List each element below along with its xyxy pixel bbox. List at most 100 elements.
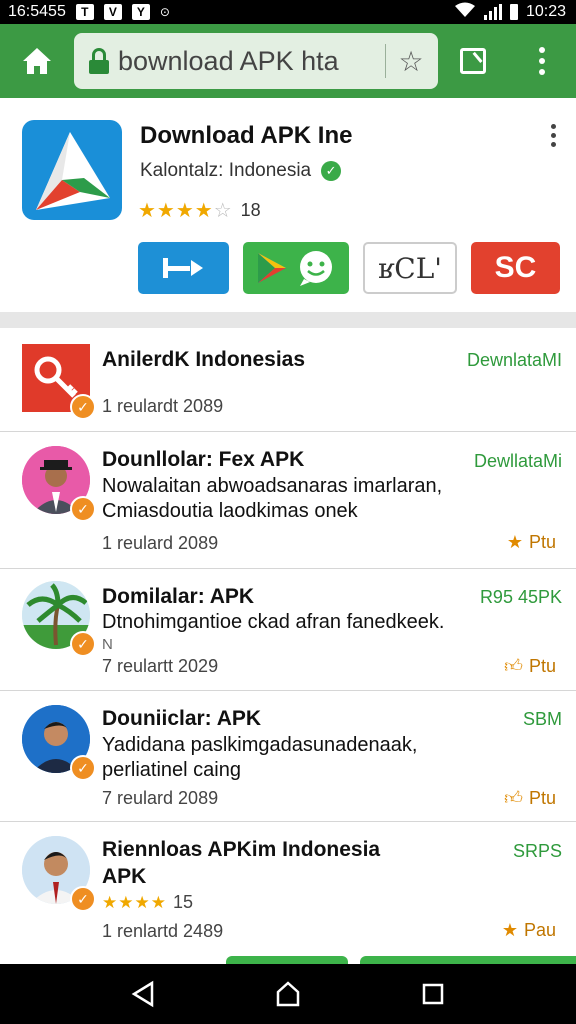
item-tag: ★ Ptu xyxy=(507,532,556,553)
verified-badge-icon: ✓ xyxy=(70,755,96,781)
item-price[interactable]: R95 45PK xyxy=(480,587,562,608)
developer-name: Kalontalz: Indonesia xyxy=(140,160,312,181)
action-button-sc[interactable]: SC xyxy=(471,242,560,294)
item-meta: 1 reulard 2089 xyxy=(102,533,219,553)
item-tag-label: Pau xyxy=(523,920,556,940)
bookmark-star-icon[interactable]: ☆ xyxy=(394,45,428,78)
verified-badge-icon: ✓ xyxy=(70,631,96,657)
item-tag-label: Ptu xyxy=(528,655,556,676)
app-title: Download APK Ine xyxy=(140,122,353,149)
item-description-line: N xyxy=(102,636,113,653)
home-nav-button[interactable] xyxy=(268,974,308,1014)
tab-switcher-button[interactable] xyxy=(438,24,508,98)
list-item[interactable]: ✓ Riennloas APKim Indonesia APK ★★★★ 15 … xyxy=(0,822,576,956)
app-more-menu-button[interactable] xyxy=(551,124,556,147)
item-tag-label: Ptu xyxy=(528,787,556,808)
item-description-line: Nowalaitan abwoadsanaras imarlaran, xyxy=(102,475,443,497)
item-tag-label: Ptu xyxy=(528,532,556,552)
home-icon xyxy=(23,48,51,74)
rating-count: 18 xyxy=(240,200,261,220)
browser-toolbar: bownload APK hta ☆ xyxy=(0,24,576,98)
verified-badge-icon: ✓ xyxy=(70,886,96,912)
item-description-line: Dtnohimgantioe ckad afran fanedkeek. xyxy=(102,611,445,633)
item-rating: ★★★★ 15 xyxy=(102,892,193,913)
avatar: ✓ xyxy=(22,581,96,657)
item-title: Domilalar: APK xyxy=(102,585,255,608)
app-actions: ʁCL' SC xyxy=(138,242,560,294)
item-price[interactable]: SRPS xyxy=(513,841,562,862)
item-price[interactable]: DewnlataMI xyxy=(467,350,562,371)
item-tag: 👍︎ Ptu xyxy=(504,655,556,677)
item-title: Riennloas APKim Indonesia xyxy=(102,838,381,861)
app-icon[interactable] xyxy=(22,120,122,220)
list-item[interactable]: ✓ Dounllolar: Fex APK Nowalaitan abwoads… xyxy=(0,432,576,569)
url-text: bownload APK hta xyxy=(118,45,339,76)
thumb-icon: 👍︎ xyxy=(504,656,523,676)
list-item[interactable]: ✓ AnilerdK Indonesias 1 reulardt 2089 De… xyxy=(0,328,576,432)
status-bar: 16:5455 T V Y ⊙ 10:23 xyxy=(0,0,576,24)
bottom-tab[interactable] xyxy=(360,956,576,964)
rating-stars-icon: ★★★★ xyxy=(102,892,167,912)
bottom-tab-strip xyxy=(0,956,576,964)
item-price[interactable]: SBM xyxy=(523,709,562,730)
recents-button[interactable] xyxy=(413,974,453,1014)
star-icon: ★ xyxy=(501,920,518,940)
item-meta: 7 reulard 2089 xyxy=(102,788,219,808)
item-price[interactable]: DewllataMi xyxy=(474,451,562,472)
back-triangle-icon xyxy=(131,980,153,1008)
status-time: 16:5455 xyxy=(8,3,66,20)
item-tag: ★ Pau xyxy=(502,920,556,941)
item-tag: 👍︎ Ptu xyxy=(504,787,556,809)
list-item[interactable]: ✓ Domilalar: APK Dtnohimgantioe ckad afr… xyxy=(0,569,576,691)
play-store-icon xyxy=(258,253,286,283)
overflow-menu-button[interactable] xyxy=(508,24,576,98)
notification-icon: T xyxy=(75,4,94,20)
url-divider xyxy=(385,44,386,78)
rating-count: 15 xyxy=(172,892,193,912)
item-meta: 7 reulartt 2029 xyxy=(102,656,219,676)
battery-icon xyxy=(509,4,518,20)
recents-square-icon xyxy=(423,983,444,1005)
verified-check-icon: ✓ xyxy=(321,161,342,181)
action-button-label[interactable]: ʁCL' xyxy=(363,242,457,294)
app-developer[interactable]: Kalontalz: Indonesia ✓ xyxy=(140,160,342,182)
thumb-icon: 👍︎ xyxy=(504,788,523,808)
app-rating: ★★★★☆ 18 xyxy=(138,198,261,223)
verified-badge-icon: ✓ xyxy=(70,496,96,522)
item-title: Dounllolar: Fex APK xyxy=(102,448,305,471)
chat-bubble-icon xyxy=(300,251,332,286)
item-meta: 1 reulardt 2089 xyxy=(102,396,224,416)
signal-icon xyxy=(483,4,502,20)
app-list: ✓ AnilerdK Indonesias 1 reulardt 2089 De… xyxy=(0,312,576,964)
avatar: ✓ xyxy=(22,344,96,420)
app-header-card: Download APK Ine Kalontalz: Indonesia ✓ … xyxy=(0,98,576,312)
item-description-line: perliatinel caing xyxy=(102,759,241,781)
open-arrow-icon xyxy=(162,258,203,278)
action-button-open[interactable] xyxy=(138,242,229,294)
action-button-share[interactable] xyxy=(243,242,349,294)
avatar: ✓ xyxy=(22,705,96,781)
list-item[interactable]: ✓ Douniiclar: APK Yadidana paslkimgadasu… xyxy=(0,691,576,822)
item-meta: 1 renlartd 2489 xyxy=(102,921,224,941)
star-icon: ★ xyxy=(506,532,523,552)
status-clock: 10:23 xyxy=(525,3,566,20)
back-button[interactable] xyxy=(123,974,163,1014)
rating-stars-icon: ★★★★☆ xyxy=(138,200,233,222)
avatar: ✓ xyxy=(22,446,96,522)
tab-icon xyxy=(460,48,486,74)
item-description-line: Yadidana paslkimgadasunadenaak, xyxy=(102,734,418,756)
notification-icon: V xyxy=(103,4,122,20)
notification-icon: Y xyxy=(131,4,150,20)
item-title-line2: APK xyxy=(102,865,147,888)
verified-badge-icon: ✓ xyxy=(70,394,96,420)
home-button[interactable] xyxy=(0,24,74,98)
home-outline-icon xyxy=(276,981,300,1007)
avatar: ✓ xyxy=(22,836,96,912)
item-title: Douniiclar: APK xyxy=(102,707,262,730)
system-nav-bar xyxy=(0,964,576,1024)
bottom-tab[interactable] xyxy=(226,956,348,964)
lock-icon xyxy=(88,48,110,74)
item-title: AnilerdK Indonesias xyxy=(102,348,306,371)
url-bar[interactable]: bownload APK hta ☆ xyxy=(74,33,438,89)
item-description-line: Cmiasdoutia laodkimas onek xyxy=(102,500,358,522)
